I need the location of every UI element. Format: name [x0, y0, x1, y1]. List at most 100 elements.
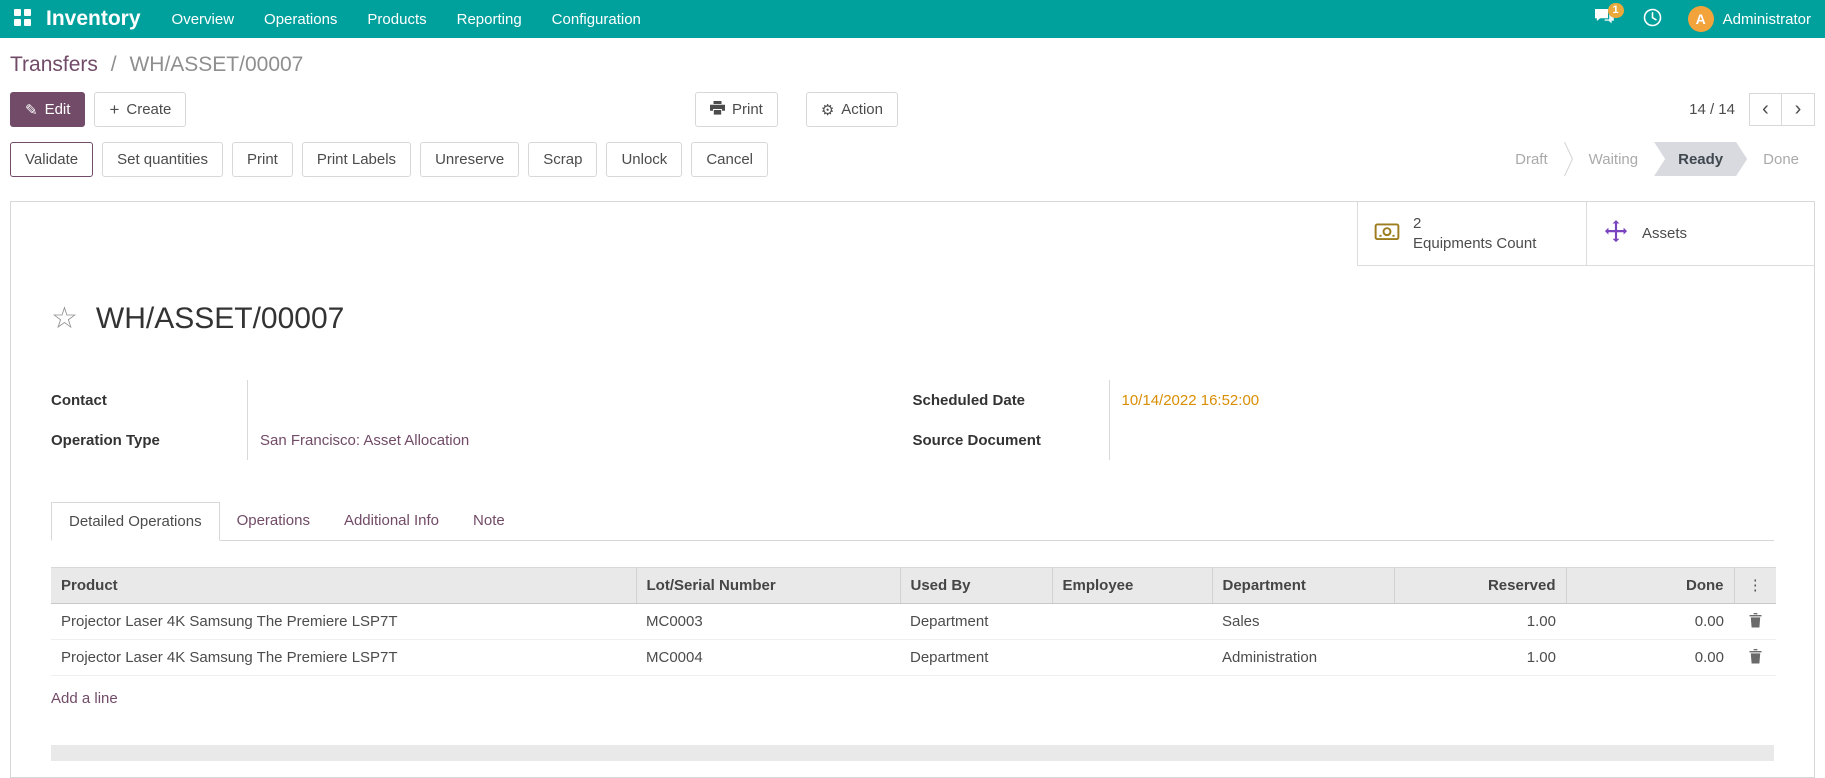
column-reserved[interactable]: Reserved	[1394, 567, 1567, 604]
pager: 14 / 14 ‹ ›	[1689, 93, 1815, 126]
cell-employee	[1052, 603, 1212, 640]
apps-grid-icon	[13, 8, 31, 30]
assets-smart-button[interactable]: Assets	[1586, 202, 1814, 265]
column-lot-serial[interactable]: Lot/Serial Number	[636, 567, 901, 604]
cell-product: Projector Laser 4K Samsung The Premiere …	[51, 639, 636, 676]
operation-type-value[interactable]: San Francisco: Asset Allocation	[247, 420, 913, 460]
pencil-icon: ✎	[25, 101, 38, 119]
chevron-left-icon: ‹	[1762, 98, 1769, 120]
title-row: ☆ WH/ASSET/00007	[51, 302, 1774, 336]
edit-button[interactable]: ✎ Edit	[10, 92, 86, 127]
cancel-button[interactable]: Cancel	[691, 141, 769, 177]
statusbar-divider	[1563, 142, 1573, 176]
operation-type-label: Operation Type	[51, 431, 160, 449]
tab-additional-info[interactable]: Additional Info	[327, 502, 456, 540]
equipments-count-smart-button[interactable]: 2 Equipments Count	[1358, 202, 1586, 265]
tab-operations[interactable]: Operations	[220, 502, 327, 540]
statusbar-step-waiting[interactable]: Waiting	[1573, 142, 1654, 176]
validate-button[interactable]: Validate	[10, 141, 94, 177]
smart-buttons: 2 Equipments Count Assets	[1357, 202, 1814, 266]
cell-done: 0.00	[1566, 603, 1734, 640]
action-menu-button[interactable]: ⚙ Action	[805, 92, 898, 127]
set-quantities-button[interactable]: Set quantities	[102, 141, 223, 177]
print-menu-button[interactable]: Print	[695, 92, 778, 127]
cell-used-by: Department	[900, 603, 1052, 640]
equipments-count-value: 2	[1413, 215, 1422, 232]
plus-icon: +	[109, 99, 120, 119]
breadcrumb-transfers[interactable]: Transfers	[10, 53, 98, 76]
content-area: 2 Equipments Count Assets ☆ WH/ASSET/000…	[0, 191, 1825, 778]
nav-reporting[interactable]: Reporting	[442, 0, 537, 38]
nav-products[interactable]: Products	[352, 0, 441, 38]
statusbar: Draft Waiting Ready Done	[1499, 142, 1815, 176]
optional-columns-icon[interactable]: ⋮	[1748, 578, 1763, 593]
tab-detailed-operations[interactable]: Detailed Operations	[51, 502, 220, 541]
column-used-by[interactable]: Used By	[900, 567, 1053, 604]
pager-buttons: ‹ ›	[1749, 93, 1815, 126]
status-buttons: Validate Set quantities Print Print Labe…	[10, 141, 769, 177]
form-sheet: 2 Equipments Count Assets ☆ WH/ASSET/000…	[10, 201, 1815, 778]
column-department[interactable]: Department	[1212, 567, 1395, 604]
create-button-label: Create	[126, 101, 172, 118]
delete-row-button[interactable]	[1747, 611, 1764, 633]
assets-label: Assets	[1642, 225, 1688, 242]
pager-next-button[interactable]: ›	[1782, 93, 1815, 126]
cell-department: Sales	[1212, 603, 1394, 640]
print-labels-button[interactable]: Print Labels	[301, 141, 412, 177]
gear-icon: ⚙	[820, 101, 835, 119]
statusbar-step-done[interactable]: Done	[1747, 142, 1815, 176]
column-product[interactable]: Product	[51, 567, 637, 604]
source-document-field: Source Document	[913, 420, 1775, 460]
user-name: Administrator	[1722, 10, 1811, 28]
buttons-row: ✎ Edit + Create Print ⚙ Action 14 / 14 ‹…	[10, 92, 1815, 127]
page: Inventory Overview Operations Products R…	[0, 0, 1825, 778]
control-panel: Transfers / WH/ASSET/00007 ✎ Edit + Crea…	[0, 38, 1825, 191]
table-row[interactable]: Projector Laser 4K Samsung The Premiere …	[51, 603, 1776, 640]
left-buttons: ✎ Edit + Create	[10, 92, 187, 127]
operation-type-field: Operation Type San Francisco: Asset Allo…	[51, 420, 913, 460]
nav-configuration[interactable]: Configuration	[537, 0, 656, 38]
nav-overview[interactable]: Overview	[157, 0, 250, 38]
scrap-button[interactable]: Scrap	[528, 141, 598, 177]
breadcrumb: Transfers / WH/ASSET/00007	[10, 50, 1815, 80]
table-row[interactable]: Projector Laser 4K Samsung The Premiere …	[51, 639, 1776, 676]
top-navbar: Inventory Overview Operations Products R…	[0, 0, 1825, 38]
create-button[interactable]: + Create	[94, 92, 187, 127]
breadcrumb-separator: /	[110, 53, 117, 76]
unreserve-button[interactable]: Unreserve	[420, 141, 520, 177]
add-a-line-link[interactable]: Add a line	[51, 690, 118, 707]
tab-note[interactable]: Note	[456, 502, 522, 540]
pager-previous-button[interactable]: ‹	[1749, 93, 1782, 126]
column-employee[interactable]: Employee	[1052, 567, 1213, 604]
source-document-label: Source Document	[912, 431, 1041, 449]
apps-menu-button[interactable]	[4, 0, 40, 38]
favorite-star-icon[interactable]: ☆	[51, 304, 78, 334]
cell-lot-serial: MC0003	[636, 603, 900, 640]
cell-done: 0.00	[1566, 639, 1734, 676]
scheduled-date-label: Scheduled Date	[912, 391, 1026, 409]
trash-icon	[1749, 648, 1761, 663]
equipment-count-icon	[1374, 219, 1400, 249]
move-arrows-icon	[1603, 219, 1629, 249]
messages-badge: 1	[1607, 3, 1624, 18]
table-header-row: Product Lot/Serial Number Used By Employ…	[51, 567, 1776, 604]
contact-field: Contact	[51, 380, 913, 420]
field-group-right: Scheduled Date 10/14/2022 16:52:00 Sourc…	[913, 380, 1775, 460]
contact-value[interactable]	[247, 380, 913, 420]
notebook-tabs: Detailed Operations Operations Additiona…	[51, 502, 1774, 541]
nav-operations[interactable]: Operations	[249, 0, 352, 38]
activities-menu-button[interactable]	[1629, 0, 1676, 38]
edit-button-label: Edit	[44, 101, 71, 118]
statusbar-step-draft[interactable]: Draft	[1499, 142, 1564, 176]
unlock-button[interactable]: Unlock	[606, 141, 683, 177]
record-action-buttons: Print ⚙ Action	[695, 92, 898, 127]
delete-row-button[interactable]	[1747, 647, 1764, 669]
user-menu[interactable]: A Administrator	[1676, 0, 1815, 38]
equipments-count-texts: 2 Equipments Count	[1413, 214, 1536, 253]
action-menu-label: Action	[841, 101, 883, 118]
print-button[interactable]: Print	[232, 141, 293, 177]
messages-menu-button[interactable]: 1	[1580, 0, 1629, 38]
app-title[interactable]: Inventory	[46, 7, 141, 31]
statusbar-step-ready[interactable]: Ready	[1654, 142, 1747, 176]
column-done[interactable]: Done	[1566, 567, 1735, 604]
